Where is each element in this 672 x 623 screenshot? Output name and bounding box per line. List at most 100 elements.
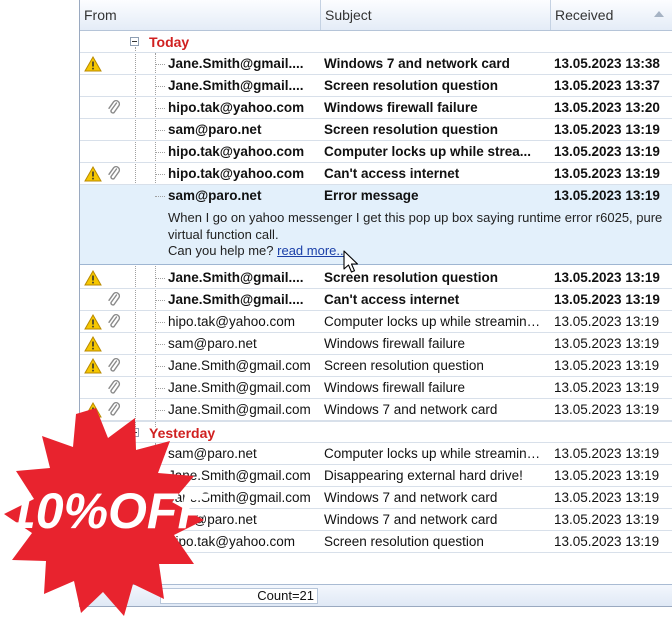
cell-subject: Windows firewall failure <box>324 336 466 351</box>
cell-subject: Computer locks up while streaming ... <box>324 446 546 461</box>
table-row[interactable]: sam@paro.net Screen resolution question 13… <box>80 119 672 141</box>
cell-from: Jane.Smith@gmail.... <box>168 292 304 307</box>
column-header-received-label: Received <box>555 7 614 23</box>
warning-icon <box>84 358 102 374</box>
paperclip-icon <box>108 314 121 328</box>
paperclip-icon <box>108 100 121 114</box>
warning-icon <box>84 336 102 352</box>
cell-received: 13.05.2023 13:19 <box>554 468 660 483</box>
table-row[interactable]: Jane.Smith@gmail.... Screen resolution qu… <box>80 75 672 97</box>
tree-connector <box>155 174 165 175</box>
tree-connector <box>155 130 165 131</box>
table-row[interactable]: Jane.Smith@gmail.com Screen resolution qu… <box>80 355 672 377</box>
cell-subject: Screen resolution question <box>324 78 499 93</box>
tree-connector <box>155 108 165 109</box>
table-row[interactable]: Jane.Smith@gmail.... Screen resolution qu… <box>80 267 672 289</box>
cell-subject: Windows firewall failure <box>324 100 478 115</box>
mouse-cursor-icon <box>343 250 359 273</box>
table-row[interactable]: Jane.Smith@gmail.... Windows 7 and networ… <box>80 53 672 75</box>
table-row-selected[interactable]: sam@paro.net Error message 13.05.2023 13… <box>80 185 672 207</box>
cell-subject: Computer locks up while strea... <box>324 144 532 159</box>
table-row[interactable]: sam@paro.net Windows firewall failure 13.0… <box>80 333 672 355</box>
column-header-from[interactable]: From <box>80 0 321 30</box>
tree-connector <box>155 152 165 153</box>
cell-from: sam@paro.net <box>168 188 262 203</box>
cell-received: 13.05.2023 13:19 <box>554 166 660 181</box>
preview-text: When I go on yahoo messenger I get this … <box>168 210 668 260</box>
cell-subject: Error message <box>324 188 419 203</box>
warning-icon <box>84 270 102 286</box>
cell-received: 13.05.2023 13:19 <box>554 358 660 373</box>
tree-connector <box>155 344 165 345</box>
cell-received: 13.05.2023 13:38 <box>554 56 660 71</box>
cell-from: sam@paro.net <box>168 122 262 137</box>
cell-subject: Screen resolution question <box>324 358 484 373</box>
cell-subject: Screen resolution question <box>324 534 484 549</box>
cell-from: hipo.tak@yahoo.com <box>168 144 305 159</box>
paperclip-icon <box>108 358 121 372</box>
paperclip-icon <box>108 380 121 394</box>
cell-received: 13.05.2023 13:19 <box>554 534 660 549</box>
cell-received: 13.05.2023 13:19 <box>554 446 660 461</box>
column-header-from-label: From <box>84 7 117 23</box>
cell-received: 13.05.2023 13:19 <box>554 314 660 329</box>
preview-question: Can you help me? <box>168 243 274 258</box>
cell-subject: Windows 7 and network card <box>324 490 498 505</box>
table-row[interactable]: hipo.tak@yahoo.com Computer locks up whil… <box>80 141 672 163</box>
cell-subject: Windows 7 and network card <box>324 402 498 417</box>
cell-subject: Computer locks up while streaming ... <box>324 314 546 329</box>
table-row[interactable]: hipo.tak@yahoo.com Windows firewall failu… <box>80 97 672 119</box>
group-row-today[interactable]: Today <box>80 31 672 53</box>
cell-received: 13.05.2023 13:19 <box>554 380 660 395</box>
column-header-subject-label: Subject <box>325 7 372 23</box>
cell-from: hipo.tak@yahoo.com <box>168 314 296 329</box>
warning-icon <box>84 56 102 72</box>
cell-from: Jane.Smith@gmail.... <box>168 56 304 71</box>
cell-received: 13.05.2023 13:19 <box>554 144 660 159</box>
cell-subject: Disappearing external hard drive! <box>324 468 523 483</box>
promo-burst-icon: 10%OFF <box>4 408 210 616</box>
promo-text: 10%OFF <box>8 483 210 539</box>
read-more-link[interactable]: read more... <box>277 243 347 258</box>
tree-connector <box>155 64 165 65</box>
collapse-icon[interactable] <box>130 37 139 46</box>
column-header-subject[interactable]: Subject <box>321 0 551 30</box>
sort-ascending-icon[interactable] <box>654 11 664 17</box>
cell-from: Jane.Smith@gmail.... <box>168 270 304 285</box>
table-row[interactable]: hipo.tak@yahoo.com Can't access internet 1… <box>80 163 672 185</box>
paperclip-icon <box>108 292 121 306</box>
cell-received: 13.05.2023 13:19 <box>554 336 660 351</box>
discount-badge: 10%OFF <box>0 396 230 618</box>
cell-subject: Windows 7 and network card <box>324 56 510 71</box>
group-label-today: Today <box>149 34 190 50</box>
cell-received: 13.05.2023 13:19 <box>554 402 660 417</box>
preview-body: When I go on yahoo messenger I get this … <box>168 210 663 242</box>
cell-received: 13.05.2023 13:19 <box>554 512 660 527</box>
cell-subject: Windows 7 and network card <box>324 512 498 527</box>
tree-connector <box>155 86 165 87</box>
cell-subject: Can't access internet <box>324 292 460 307</box>
cell-from: Jane.Smith@gmail.com <box>168 358 311 373</box>
message-preview[interactable]: When I go on yahoo messenger I get this … <box>80 206 672 265</box>
column-header-received[interactable]: Received <box>551 0 672 30</box>
cell-from: hipo.tak@yahoo.com <box>168 100 305 115</box>
warning-icon <box>84 166 102 182</box>
cell-received: 13.05.2023 13:19 <box>554 122 660 137</box>
cell-subject: Windows firewall failure <box>324 380 466 395</box>
cell-received: 13.05.2023 13:37 <box>554 78 660 93</box>
tree-connector <box>155 196 165 197</box>
cell-received: 13.05.2023 13:19 <box>554 490 660 505</box>
table-row[interactable]: Jane.Smith@gmail.... Can't access interne… <box>80 289 672 311</box>
cell-subject: Can't access internet <box>324 166 460 181</box>
cell-from: Jane.Smith@gmail.... <box>168 78 304 93</box>
column-header-bar: From Subject Received <box>80 0 672 31</box>
cell-from: hipo.tak@yahoo.com <box>168 166 305 181</box>
cell-received: 13.05.2023 13:19 <box>554 270 660 285</box>
cell-subject: Screen resolution question <box>324 122 499 137</box>
tree-connector <box>155 388 165 389</box>
tree-connector <box>155 322 165 323</box>
warning-icon <box>84 314 102 330</box>
cell-from: sam@paro.net <box>168 336 257 351</box>
table-row[interactable]: hipo.tak@yahoo.com Computer locks up whil… <box>80 311 672 333</box>
cell-received: 13.05.2023 13:19 <box>554 292 660 307</box>
